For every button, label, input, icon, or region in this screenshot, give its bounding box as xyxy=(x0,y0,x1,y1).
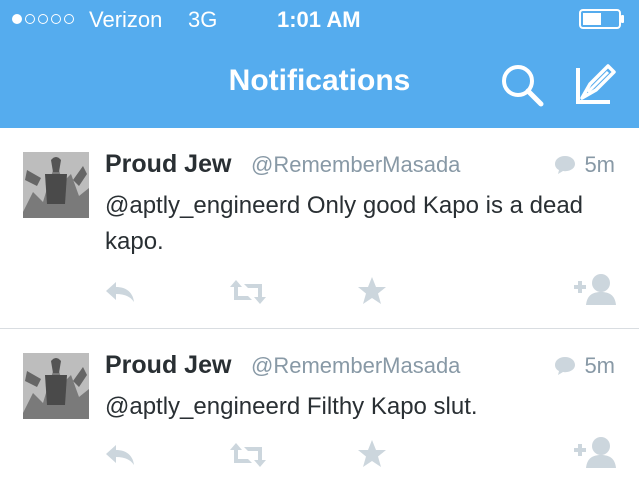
tweet-item[interactable]: Proud Jew @RememberMasada 5m @aptly_engi… xyxy=(0,329,639,488)
status-bar: Verizon 3G 1:01 AM xyxy=(0,0,639,40)
signal-strength-icon xyxy=(12,14,74,24)
avatar[interactable] xyxy=(23,353,89,419)
app-header: Verizon 3G 1:01 AM Notifications xyxy=(0,0,639,128)
search-icon[interactable] xyxy=(499,62,545,108)
status-time: 1:01 AM xyxy=(277,7,361,32)
author-name[interactable]: Proud Jew xyxy=(105,150,231,179)
compose-icon[interactable] xyxy=(574,62,618,106)
conversation-icon xyxy=(555,357,576,375)
network-type: 3G xyxy=(188,7,218,32)
tweet-item[interactable]: Proud Jew @RememberMasada 5m @aptly_engi… xyxy=(0,128,639,329)
tweet-text: @aptly_engineerd Filthy Kapo slut. xyxy=(105,393,478,420)
carrier-name: Verizon xyxy=(89,7,163,32)
reply-icon[interactable] xyxy=(104,280,136,304)
avatar[interactable] xyxy=(23,152,89,218)
tweet-timestamp: 5m xyxy=(584,353,615,378)
author-handle[interactable]: @RememberMasada xyxy=(251,152,460,178)
reply-icon[interactable] xyxy=(104,443,136,467)
battery-icon xyxy=(579,9,624,29)
follow-user-icon[interactable] xyxy=(572,272,616,306)
favorite-star-icon[interactable] xyxy=(357,276,387,306)
author-handle[interactable]: @RememberMasada xyxy=(251,353,460,379)
tweet-timestamp: 5m xyxy=(584,152,615,177)
favorite-star-icon[interactable] xyxy=(357,439,387,469)
retweet-icon[interactable] xyxy=(228,441,268,469)
tweet-meta: 5m xyxy=(554,152,615,178)
follow-user-icon[interactable] xyxy=(572,435,616,469)
conversation-icon xyxy=(555,156,576,174)
author-name[interactable]: Proud Jew xyxy=(105,351,231,380)
tweet-text: @aptly_engineerd Only good Kapo is a dea… xyxy=(105,192,584,255)
retweet-icon[interactable] xyxy=(228,278,268,306)
tweet-meta: 5m xyxy=(554,353,615,379)
